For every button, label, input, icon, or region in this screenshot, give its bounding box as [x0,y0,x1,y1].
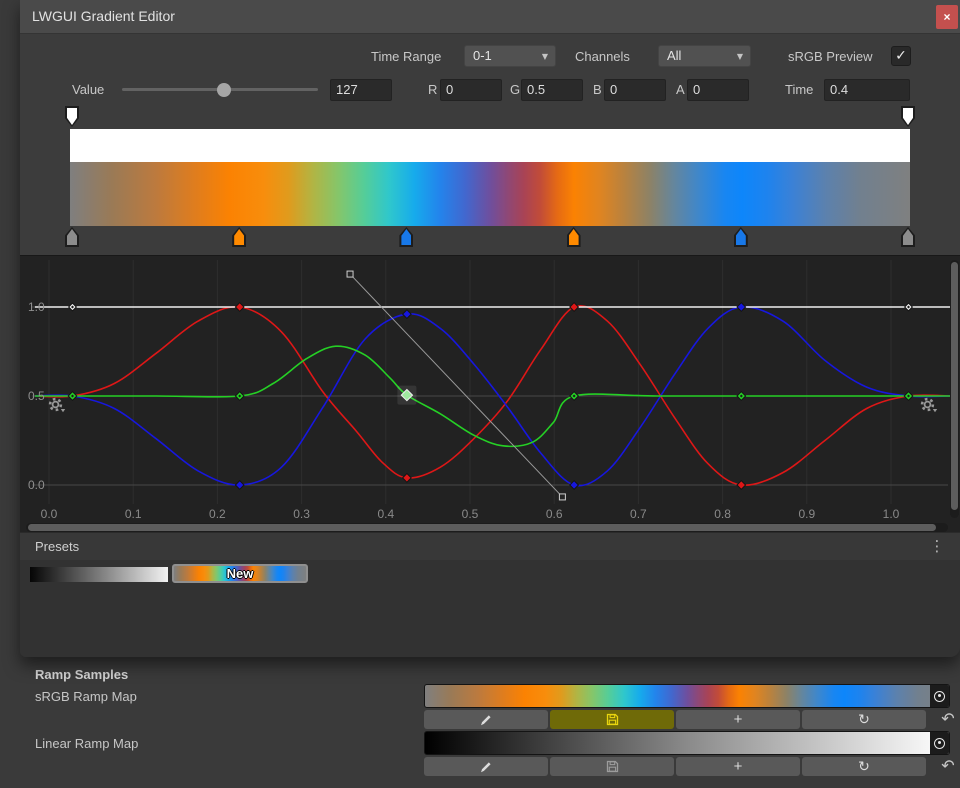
chevron-down-icon: ▼ [542,47,548,67]
vertical-scrollbar[interactable] [950,260,959,518]
gradient-preview-strip[interactable] [70,129,910,226]
x-axis-tick-label: 1.0 [876,507,906,521]
keyframe-red[interactable] [235,303,244,312]
channels-dropdown[interactable]: All ▼ [658,45,751,67]
value-label: Value [72,79,104,101]
presets-header: Presets ⋮ [20,532,960,561]
a-label: A [676,79,685,101]
linear-ramp-preview[interactable] [424,731,950,755]
srgb-ramp-refresh-button[interactable]: ↻ [802,710,926,729]
keyframe-red[interactable] [403,474,412,483]
object-picker-icon [934,738,945,749]
keyframe-blue[interactable] [403,310,412,319]
gradient-editor-window: LWGUI Gradient Editor × Time Range 0-1 ▼… [20,0,960,657]
floppy-save-icon [606,713,619,726]
refresh-icon: ↻ [858,712,870,728]
unity-inspector-background: Ramp Samples sRGB Ramp Map + ↻ ↶ Linear … [0,0,960,788]
close-button[interactable]: × [936,5,958,29]
keyframe-blue[interactable] [235,481,244,490]
a-input[interactable]: 0 [687,79,749,101]
curve-canvas[interactable] [20,256,960,533]
time-input[interactable]: 0.4 [824,79,910,101]
r-input[interactable]: 0 [440,79,502,101]
vertical-scrollbar-thumb[interactable] [951,262,958,510]
x-axis-tick-label: 0.8 [708,507,738,521]
value-input[interactable]: 127 [330,79,392,101]
channels-label: Channels [575,46,630,68]
x-axis-tick-label: 0.3 [287,507,317,521]
b-label: B [593,79,602,101]
presets-body: New [20,560,960,657]
srgb-ramp-map-label: sRGB Ramp Map [35,689,137,704]
refresh-icon: ↻ [858,759,870,775]
linear-ramp-object-picker[interactable] [930,732,949,754]
linear-ramp-refresh-button[interactable]: ↻ [802,757,926,776]
tangent-handle-out[interactable] [559,494,565,500]
keyframe-blue[interactable] [570,481,579,490]
x-axis-tick-label: 0.2 [202,507,232,521]
srgb-preview-label: sRGB Preview [788,46,873,68]
window-titlebar[interactable]: LWGUI Gradient Editor × [20,0,960,33]
srgb-ramp-add-button[interactable]: + [676,710,800,729]
plus-icon: + [734,759,743,774]
x-axis-tick-label: 0.4 [371,507,401,521]
preset-swatch-blackwhite[interactable] [30,567,168,582]
y-axis-tick-label: 1.0 [28,300,54,314]
presets-title: Presets [35,539,79,554]
preset-swatch-new[interactable]: New [172,564,308,583]
x-axis-tick-label: 0.1 [118,507,148,521]
time-range-value: 0-1 [473,48,492,63]
x-axis-tick-label: 0.5 [455,507,485,521]
g-label: G [510,79,520,101]
b-input[interactable]: 0 [604,79,666,101]
linear-ramp-revert-button[interactable]: ↶ [938,756,958,775]
kebab-menu-icon[interactable]: ⋮ [928,537,946,555]
x-axis-tick-label: 0.9 [792,507,822,521]
linear-ramp-edit-button[interactable] [424,757,548,776]
keyframe-blue[interactable] [737,303,746,312]
value-slider-handle[interactable] [217,83,231,97]
channels-value: All [667,48,681,63]
srgb-ramp-save-button[interactable] [550,710,674,729]
horizontal-scrollbar-thumb[interactable] [28,524,936,531]
floppy-save-icon [606,760,619,773]
pencil-icon [479,713,493,727]
x-axis-tick-label: 0.6 [539,507,569,521]
time-label: Time [785,79,813,101]
srgb-ramp-preview[interactable] [424,684,950,708]
srgb-ramp-revert-button[interactable]: ↶ [938,709,958,728]
ramp-samples-section-title: Ramp Samples [35,667,128,682]
srgb-ramp-edit-button[interactable] [424,710,548,729]
keyframe-red[interactable] [570,303,579,312]
keyframe-red[interactable] [737,481,746,490]
curve-editor[interactable]: 1.0 0.5 0.0 0.00.10.20.30.40.50.60.70.80… [20,255,960,533]
linear-ramp-add-button[interactable]: + [676,757,800,776]
preset-swatch-label: New [227,566,254,581]
pencil-icon [479,760,493,774]
r-label: R [428,79,437,101]
time-range-dropdown[interactable]: 0-1 ▼ [464,45,556,67]
g-input[interactable]: 0.5 [521,79,583,101]
window-title: LWGUI Gradient Editor [32,8,175,24]
chevron-down-icon: ▼ [737,47,743,67]
srgb-ramp-object-picker[interactable] [930,685,949,707]
object-picker-icon [934,691,945,702]
gradient-alpha-band[interactable] [70,129,910,162]
plus-icon: + [734,712,743,727]
linear-ramp-map-label: Linear Ramp Map [35,736,138,751]
x-axis-tick-label: 0.7 [623,507,653,521]
horizontal-scrollbar[interactable] [26,523,948,532]
time-range-label: Time Range [371,46,441,68]
x-axis-tick-label: 0.0 [34,507,64,521]
tangent-handle-in[interactable] [347,271,353,277]
left-gear-settings-icon[interactable] [47,396,67,414]
y-axis-tick-label: 0.0 [28,478,54,492]
gradient-color-band[interactable] [70,162,910,226]
srgb-preview-checkbox[interactable]: ✓ [891,46,911,66]
right-gear-settings-icon[interactable] [919,396,939,414]
linear-ramp-save-button[interactable] [550,757,674,776]
